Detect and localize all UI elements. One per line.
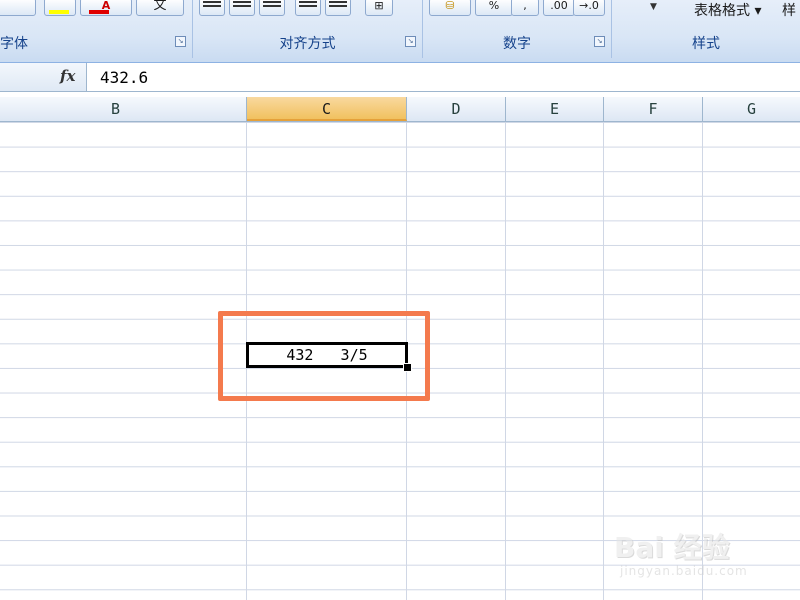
phonetic-button[interactable]: 文 (136, 0, 184, 16)
number-dialog-launcher-icon[interactable]: ↘ (594, 36, 605, 47)
annotation-highlight-box (218, 311, 430, 401)
column-header-f[interactable]: F (604, 97, 703, 121)
coins-icon: ⛁ (445, 0, 455, 12)
decrease-indent-button[interactable] (295, 0, 321, 16)
watermark-url: jingyan.baidu.com (620, 564, 748, 578)
group-label-styles: 样式 (692, 36, 720, 52)
decrease-decimal-button[interactable]: →.0 (573, 0, 605, 16)
font-color-button[interactable]: A (80, 0, 132, 16)
increase-indent-button[interactable] (325, 0, 351, 16)
ribbon-group-number: ⛁ % , .00 →.0 数字 ↘ (423, 0, 612, 58)
ribbon: A 文 字体 ↘ ⊞ 对齐方式 ↘ ⛁ % , .00 →.0 数字 ↘ ▼ 表… (0, 0, 800, 63)
font-left-button[interactable] (0, 0, 36, 16)
name-box-area: fx (0, 63, 87, 91)
merge-center-button[interactable]: ⊞ (365, 0, 393, 16)
conditional-format-dropdown-icon[interactable]: ▼ (650, 2, 657, 12)
column-header-d[interactable]: D (407, 97, 506, 121)
gridline (505, 122, 506, 600)
phonetic-icon: 文 (153, 0, 167, 13)
column-header-c[interactable]: C (247, 97, 407, 121)
fill-color-button[interactable] (44, 0, 76, 16)
font-dialog-launcher-icon[interactable]: ↘ (175, 36, 186, 47)
formula-bar: fx 432.6 (0, 63, 800, 92)
align-right-button[interactable] (259, 0, 285, 16)
align-center-button[interactable] (229, 0, 255, 16)
column-header-e[interactable]: E (506, 97, 604, 121)
align-left-button[interactable] (199, 0, 225, 16)
group-label-number: 数字 (503, 36, 531, 52)
formula-input[interactable]: 432.6 (100, 68, 148, 87)
alignment-dialog-launcher-icon[interactable]: ↘ (405, 36, 416, 47)
accounting-format-button[interactable]: ⛁ (429, 0, 471, 16)
watermark-logo: Bai 经验 (614, 531, 730, 564)
percent-style-button[interactable]: % (475, 0, 513, 16)
gridline (603, 122, 604, 600)
increase-decimal-button[interactable]: .00 (543, 0, 575, 16)
ribbon-group-styles: ▼ 表格格式 ▾ 样 样式 (612, 0, 800, 58)
column-header-g[interactable]: G (703, 97, 800, 121)
ribbon-group-alignment: ⊞ 对齐方式 ↘ (193, 0, 423, 58)
group-label-alignment: 对齐方式 (279, 36, 336, 52)
merge-icon: ⊞ (374, 0, 384, 12)
ribbon-group-font: A 文 字体 ↘ (0, 0, 193, 58)
comma-style-button[interactable]: , (511, 0, 539, 16)
format-as-table-button[interactable]: 表格格式 ▾ (694, 0, 761, 20)
cell-styles-button[interactable]: 样 (782, 0, 796, 20)
column-header-b[interactable]: B (0, 97, 247, 121)
insert-function-icon[interactable]: fx (60, 67, 75, 85)
group-label-font: 字体 (0, 36, 28, 52)
watermark: Bai 经验 jingyan.baidu.com (612, 520, 792, 590)
column-header-row: B C D E F G (0, 97, 800, 122)
